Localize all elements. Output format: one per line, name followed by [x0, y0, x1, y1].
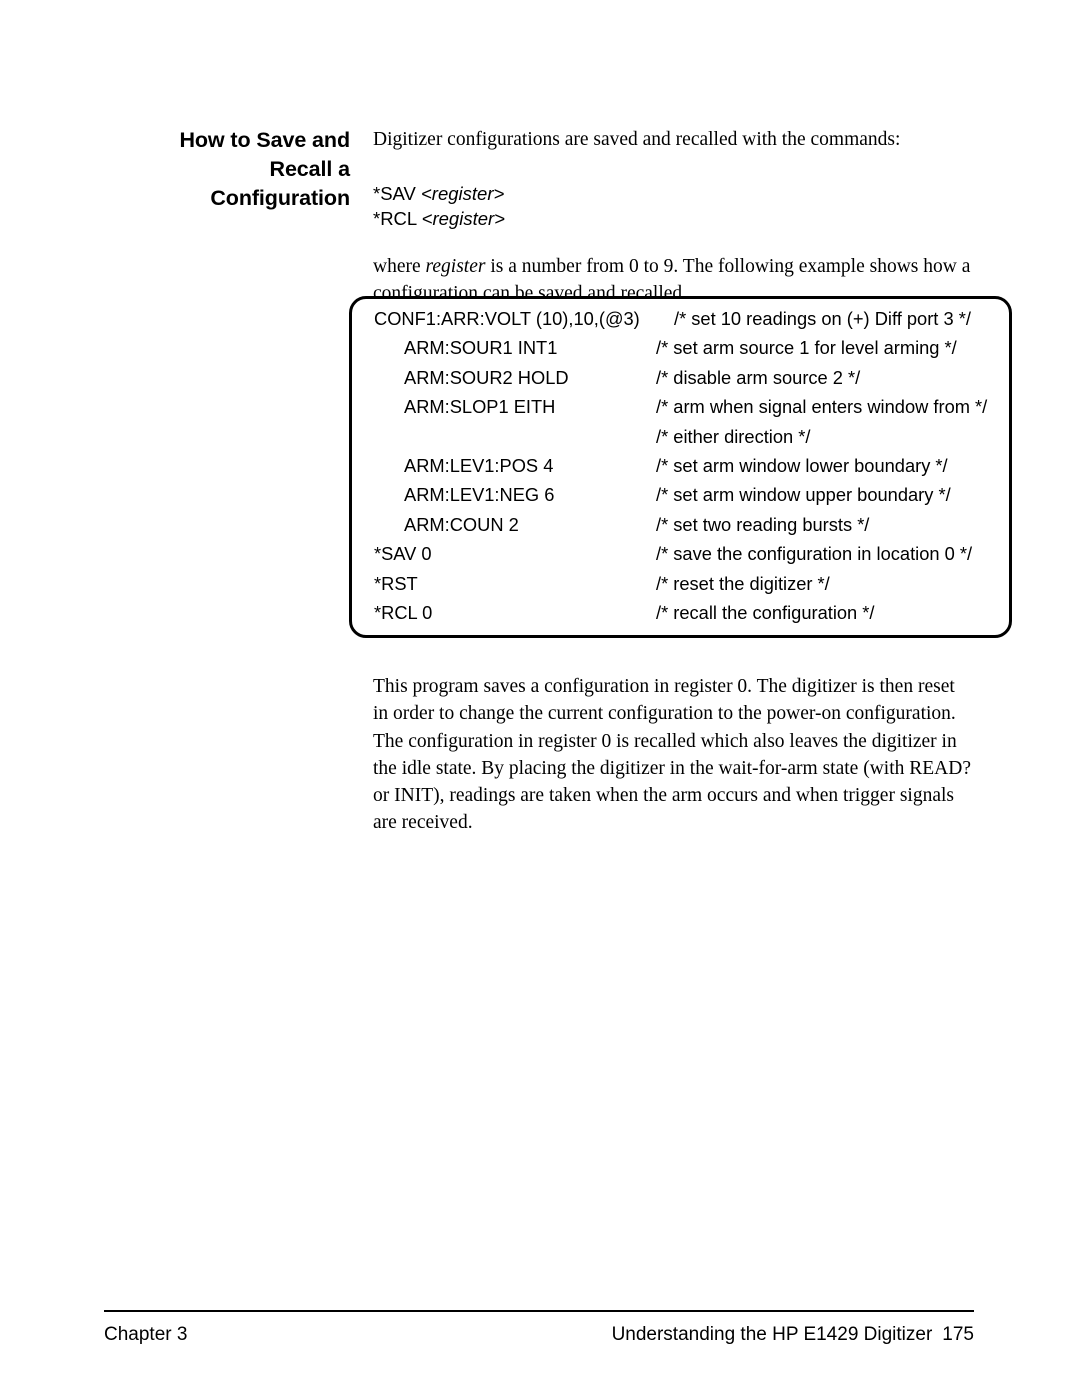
intro-content: Digitizer configurations are saved and r…: [373, 126, 975, 307]
document-page: How to Save and Recall a Configuration D…: [0, 0, 1080, 1397]
page-footer: Chapter 3 Understanding the HP E1429 Dig…: [104, 1324, 974, 1346]
code-comment: /* set two reading bursts */: [656, 513, 870, 535]
code-row: ARM:LEV1:POS 4 /* set arm window lower b…: [352, 455, 1009, 484]
section-heading-line-1: How to Save and: [179, 128, 350, 152]
code-command: CONF1:ARR:VOLT (10),10,(@3): [374, 308, 640, 329]
code-comment: /* arm when signal enters window from */: [656, 396, 988, 418]
section-heading: How to Save and Recall a Configuration: [100, 126, 350, 213]
code-example-box: CONF1:ARR:VOLT (10),10,(@3) /* set 10 re…: [349, 296, 1012, 638]
code-command: ARM:SOUR1 INT1: [404, 337, 558, 359]
explanation-paragraph: This program saves a configuration in re…: [373, 676, 971, 834]
code-comment: /* disable arm source 2 */: [656, 366, 861, 388]
command-syntax-sav: *SAV <register>: [373, 181, 975, 206]
footer-document-title: Understanding the HP E1429 Digitizer: [611, 1324, 933, 1345]
code-command: *RST: [374, 572, 418, 594]
code-command: ARM:SOUR2 HOLD: [404, 366, 569, 388]
code-comment: /* set arm window upper boundary */: [656, 484, 951, 506]
footer-title-and-page: Understanding the HP E1429 Digitizer 175: [612, 1324, 974, 1346]
footer-chapter-label: Chapter 3: [104, 1324, 188, 1345]
code-comment: /* set arm source 1 for level arming */: [656, 337, 957, 359]
sav-command-name: *SAV: [373, 183, 416, 204]
code-command: *SAV 0: [374, 543, 432, 565]
code-row: *SAV 0 /* save the configuration in loca…: [352, 543, 1009, 572]
footer-divider: [104, 1310, 974, 1312]
code-command: ARM:SLOP1 EITH: [404, 396, 556, 418]
code-comment: /* either direction */: [656, 425, 811, 447]
code-example-lines: CONF1:ARR:VOLT (10),10,(@3) /* set 10 re…: [352, 308, 1009, 631]
register-italic-word: register: [425, 256, 486, 277]
footer-page-number: 175: [942, 1324, 974, 1345]
command-syntax-rcl: *RCL <register>: [373, 206, 975, 231]
code-row: ARM:LEV1:NEG 6 /* set arm window upper b…: [352, 484, 1009, 513]
code-row: ARM:SOUR1 INT1 /* set arm source 1 for l…: [352, 337, 1009, 366]
section-heading-line-3: Configuration: [210, 186, 350, 210]
code-comment: /* set arm window lower boundary */: [656, 454, 948, 476]
rcl-command-arg: <register>: [421, 208, 505, 229]
code-row: *RST /* reset the digitizer */: [352, 573, 1009, 602]
code-row: *RCL 0 /* recall the configuration */: [352, 602, 1009, 631]
code-command: ARM:LEV1:POS 4: [404, 454, 554, 476]
code-row: CONF1:ARR:VOLT (10),10,(@3) /* set 10 re…: [352, 308, 1009, 337]
intro-lead-text: Digitizer configurations are saved and r…: [373, 129, 901, 150]
code-comment: /* recall the configuration */: [656, 601, 875, 623]
command-syntax-block: *SAV <register> *RCL <register>: [373, 181, 975, 231]
where-before-text: where: [373, 256, 426, 277]
code-comment: /* reset the digitizer */: [656, 572, 830, 594]
code-row: ARM:SOUR2 HOLD /* disable arm source 2 *…: [352, 367, 1009, 396]
code-command: ARM:COUN 2: [404, 513, 519, 535]
code-row: /* either direction */: [352, 426, 1009, 455]
section-heading-line-2: Recall a: [269, 157, 351, 181]
code-command: ARM:LEV1:NEG 6: [404, 484, 555, 506]
rcl-command-name: *RCL: [373, 208, 417, 229]
code-row: ARM:SLOP1 EITH /* arm when signal enters…: [352, 396, 1009, 425]
sav-command-arg: <register>: [421, 183, 505, 204]
code-comment: /* set 10 readings on (+) Diff port 3 */: [674, 308, 971, 329]
code-command: *RCL 0: [374, 601, 433, 623]
code-comment: /* save the configuration in location 0 …: [656, 543, 973, 565]
code-row: ARM:COUN 2 /* set two reading bursts */: [352, 514, 1009, 543]
